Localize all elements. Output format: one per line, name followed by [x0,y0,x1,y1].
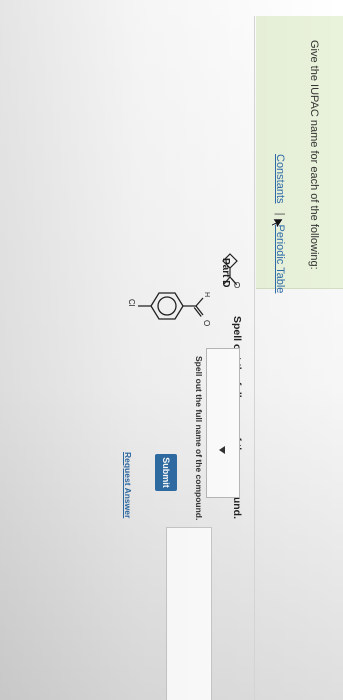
chlorine-atom-label: Cl [127,299,136,307]
part-d-prompt: Spell out the full name of the compound. [194,356,204,521]
hydrogen-atom-label: H [203,292,210,297]
request-answer-link[interactable]: Request Answer [123,452,133,518]
triangle-down-icon[interactable] [219,446,225,454]
link-separator: | [274,212,286,216]
problem-header: Give the IUPAC name for each of the foll… [256,16,343,293]
constants-link[interactable]: Constants [274,154,286,204]
section-divider [254,16,255,700]
rotated-page: Give the IUPAC name for each of the foll… [0,0,343,700]
part-d-answer-input[interactable] [166,527,212,700]
submit-button[interactable]: Submit [155,454,177,491]
oxygen-atom-label: O [202,320,211,326]
part-d-title: Part D [220,258,231,288]
structure-bonds [138,292,204,320]
instructions-text: Give the IUPAC name for each of the foll… [308,40,320,270]
mouse-pointer-icon [271,219,283,229]
periodic-table-link[interactable]: Periodic Table [274,225,286,294]
oxygen-atom-label: O [234,281,240,290]
